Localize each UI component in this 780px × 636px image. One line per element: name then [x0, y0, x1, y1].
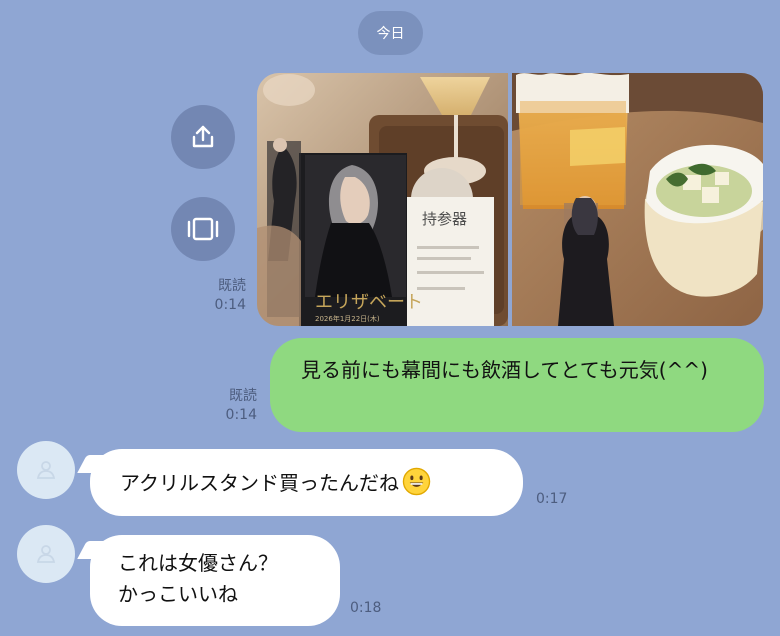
album-viewer-button[interactable] [171, 197, 235, 261]
message-time: 0:17 [536, 491, 568, 507]
album-viewer-icon [187, 217, 219, 241]
grinning-face-emoji [402, 467, 431, 496]
contact-avatar[interactable] [17, 525, 75, 583]
read-label: 既読 [229, 388, 257, 404]
message-time: 0:14 [214, 297, 246, 313]
program-photo[interactable]: 持参器 エリザベート 2026年1月22日(木) [257, 73, 508, 326]
incoming-message-text: これは女優さん？ かっこいいね [118, 551, 278, 606]
message-time: 0:14 [225, 407, 257, 423]
person-icon [36, 545, 56, 563]
photo-album-message[interactable]: 持参器 エリザベート 2026年1月22日(木) [257, 73, 763, 326]
message-time: 0:18 [350, 600, 382, 616]
outgoing-read-status: 既読 0:14 [219, 387, 257, 425]
person-icon [36, 461, 56, 479]
incoming-message-text: アクリルスタンド買ったんだね [120, 471, 399, 495]
drink-photo[interactable] [512, 73, 763, 326]
contact-avatar[interactable] [17, 441, 75, 499]
program-date-text: 2026年1月22日(木) [315, 314, 380, 323]
read-label: 既読 [218, 278, 246, 294]
share-icon [192, 125, 214, 148]
photo-read-status: 既読 0:14 [208, 277, 246, 315]
outgoing-message-text: 見る前にも幕間にも飲酒してとても元気(^^) [301, 358, 708, 382]
incoming-message-bubble[interactable]: これは女優さん？ かっこいいね [90, 535, 340, 626]
ticket-heading: 持参器 [422, 210, 467, 228]
share-button[interactable] [171, 105, 235, 169]
program-title-text: エリザベート [315, 292, 423, 313]
incoming-message-bubble[interactable]: アクリルスタンド買ったんだね [90, 449, 523, 516]
date-separator-label: 今日 [376, 26, 405, 42]
date-separator: 今日 [358, 11, 423, 55]
outgoing-message-bubble[interactable]: 見る前にも幕間にも飲酒してとても元気(^^) [270, 338, 764, 432]
